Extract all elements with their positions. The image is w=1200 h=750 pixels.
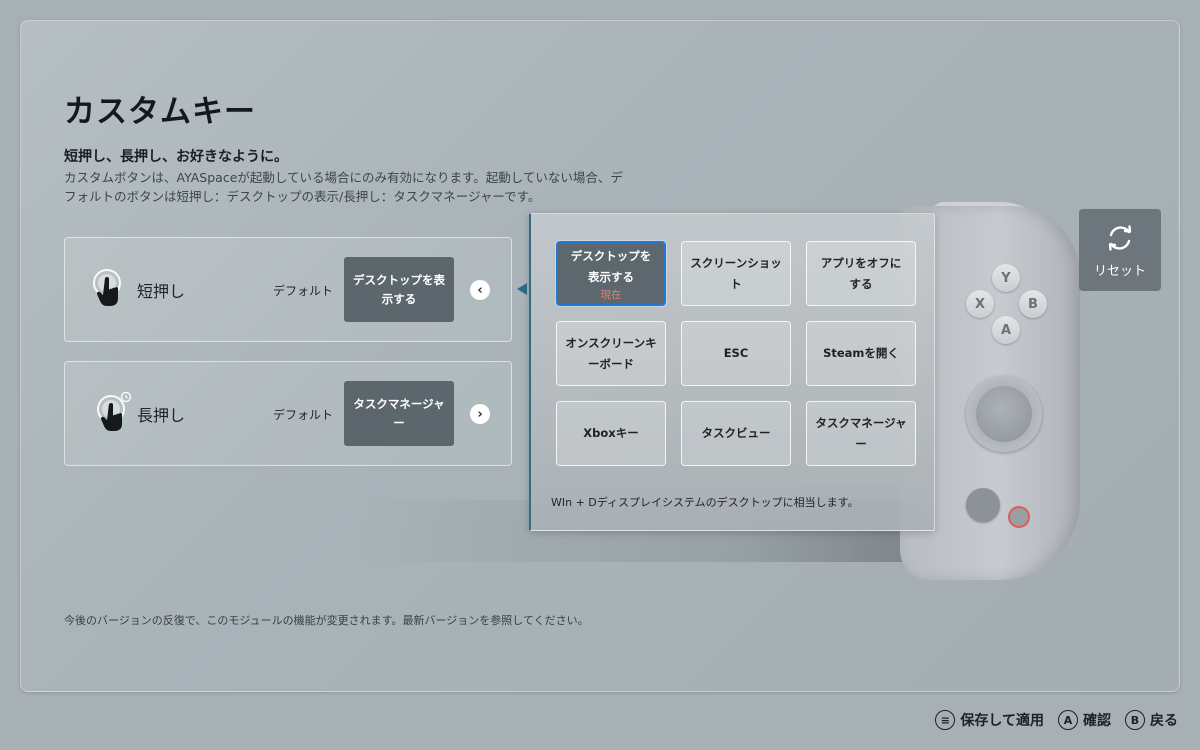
menu-icon: ≡	[935, 710, 956, 730]
option-task-manager[interactable]: タスクマネージャー	[806, 401, 916, 466]
option-label: デスクトップを表示する	[570, 248, 652, 284]
long-press-value-button[interactable]: タスクマネージャー	[344, 381, 454, 446]
option-xbox-key[interactable]: Xboxキー	[556, 401, 666, 466]
short-press-label: 短押し	[137, 282, 186, 301]
refresh-icon	[1108, 224, 1132, 251]
reset-label: リセット	[1093, 263, 1146, 279]
chevron-right-icon[interactable]: ›	[470, 404, 490, 424]
option-screenshot[interactable]: スクリーンショット	[681, 241, 791, 306]
x-button: X	[966, 290, 994, 318]
option-label: タスクマネージャー	[815, 415, 907, 451]
option-label: Xboxキー	[583, 426, 639, 440]
option-label: タスクビュー	[701, 426, 771, 440]
option-show-desktop[interactable]: デスクトップを表示する 現在	[556, 241, 666, 306]
back-hint[interactable]: B 戻る	[1125, 710, 1178, 730]
page-title: カスタムキー	[64, 94, 256, 130]
current-status: 現在	[600, 288, 622, 301]
description-line: フォルトのボタンは短押し：デスクトップの表示/長押し：タスクマネージャーです。	[64, 189, 541, 204]
short-press-card[interactable]: 短押し デフォルト デスクトップを表示する ‹	[64, 237, 512, 342]
default-label: デフォルト	[273, 284, 334, 298]
save-apply-hint[interactable]: ≡ 保存して適用	[935, 710, 1044, 730]
hint-label: 戻る	[1150, 713, 1178, 729]
option-close-app[interactable]: アプリをオフにする	[806, 241, 916, 306]
reset-button[interactable]: リセット	[1079, 209, 1161, 291]
hint-label: 確認	[1083, 713, 1111, 729]
option-label: ESC	[723, 346, 749, 360]
y-button: Y	[992, 264, 1020, 292]
page-description: カスタムボタンは、AYASpaceが起動している場合にのみ有効になります。起動し…	[64, 168, 704, 206]
option-esc[interactable]: ESC	[681, 321, 791, 386]
option-label: オンスクリーンキーボード	[565, 335, 657, 371]
button-hints: ≡ 保存して適用 A 確認 B 戻る	[935, 708, 1178, 732]
a-button-icon: A	[1058, 710, 1078, 730]
short-press-value: デスクトップを表示する	[353, 272, 445, 306]
chevron-left-icon[interactable]: ‹	[470, 280, 490, 300]
long-press-card[interactable]: 長押し デフォルト タスクマネージャー ›	[64, 361, 512, 466]
version-footnote: 今後のバージョンの反復で、このモジュールの機能が変更されます。最新バージョンを参…	[64, 614, 589, 627]
description-line: カスタムボタンは、AYASpaceが起動している場合にのみ有効になります。起動し…	[64, 170, 623, 185]
default-label: デフォルト	[273, 408, 334, 422]
option-label: アプリをオフにする	[820, 255, 902, 291]
short-press-value-button[interactable]: デスクトップを表示する	[344, 257, 454, 322]
option-label: Steamを開く	[823, 346, 899, 360]
popup-pointer	[517, 283, 527, 295]
confirm-hint[interactable]: A 確認	[1058, 710, 1111, 730]
long-press-label: 長押し	[137, 406, 186, 425]
highlighted-custom-button	[1008, 506, 1030, 528]
long-press-value: タスクマネージャー	[353, 396, 445, 430]
custom-button	[966, 488, 1000, 522]
option-task-view[interactable]: タスクビュー	[681, 401, 791, 466]
b-button: B	[1019, 290, 1047, 318]
page-subtitle: 短押し、長押し、お好きなように。	[64, 149, 288, 165]
a-button: A	[992, 316, 1020, 344]
option-open-steam[interactable]: Steamを開く	[806, 321, 916, 386]
option-onscreen-keyboard[interactable]: オンスクリーンキーボード	[556, 321, 666, 386]
joystick-cap	[976, 386, 1032, 442]
b-button-icon: B	[1125, 710, 1145, 730]
option-description: WIn + Dディスプレイシステムのデスクトップに相当します。	[551, 496, 859, 509]
long-press-hand-icon	[97, 392, 132, 431]
tap-hand-icon	[93, 269, 121, 306]
hint-label: 保存して適用	[960, 713, 1044, 729]
option-label: スクリーンショット	[690, 255, 782, 291]
options-panel: デスクトップを表示する 現在 スクリーンショット アプリをオフにする オンスクリ…	[529, 213, 935, 531]
